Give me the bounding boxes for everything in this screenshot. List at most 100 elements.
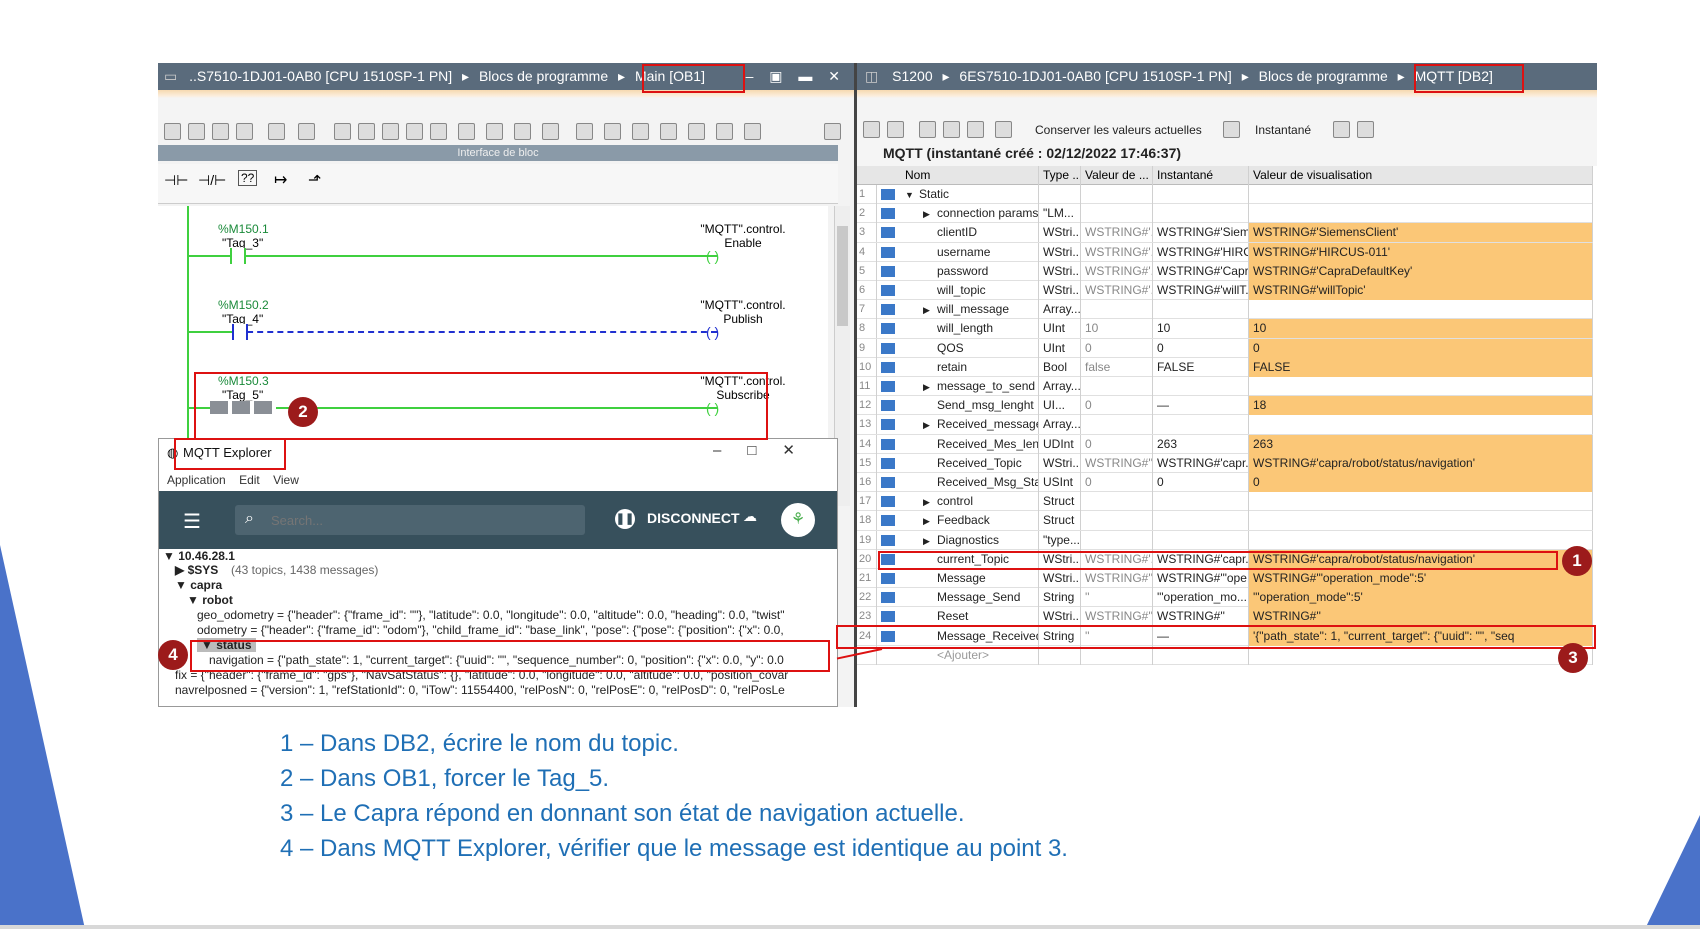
toolbar-icon[interactable] <box>334 123 351 140</box>
tree-odometry[interactable]: odometry = {"header": {"frame_id": "odom… <box>197 623 784 637</box>
scrollbar-thumb[interactable] <box>837 226 848 326</box>
nc-contact-icon[interactable]: ⊣/⊢ <box>198 172 226 189</box>
toolbar-icon[interactable] <box>486 123 503 140</box>
db2-title-3[interactable]: Blocs de programme <box>1259 68 1388 84</box>
row-start-value[interactable]: WSTRING#'... <box>1081 261 1153 281</box>
toolbar-icon[interactable] <box>660 123 677 140</box>
table-row[interactable]: 8 will_length UInt 10 10 10 <box>857 319 1593 339</box>
toolbar-icon[interactable] <box>688 123 705 140</box>
col-start-value[interactable]: Valeur de ... <box>1081 166 1153 185</box>
row-name[interactable]: Received_Msg_Status <box>901 473 1039 492</box>
window-controls-icon[interactable]: – ▣ ▬ ✕ <box>746 63 846 90</box>
branch-open-icon[interactable]: ↦ <box>274 170 287 190</box>
table-row[interactable]: 5passwordWStri...WSTRING#'...WSTRING#'Ca… <box>857 261 1593 281</box>
col-snapshot[interactable]: Instantané <box>1153 166 1249 185</box>
menu-application[interactable]: Application <box>167 473 226 487</box>
disconnect-button[interactable]: DISCONNECT <box>647 510 740 526</box>
row-start-value[interactable]: 0 <box>1081 396 1153 416</box>
table-row[interactable]: 14Received_Mes_lengthUDInt0263263 <box>857 434 1593 454</box>
no-contact-icon[interactable]: ⊣⊢ <box>164 172 188 189</box>
row-expand-icon[interactable]: ▶ <box>923 493 937 511</box>
row-start-value[interactable] <box>1081 377 1153 396</box>
toolbar-icon[interactable] <box>943 121 960 138</box>
table-row[interactable]: 18 ▶ Feedback Struct <box>857 511 1593 531</box>
row-start-value[interactable]: WSTRING#'' <box>1081 607 1153 627</box>
toolbar-icon[interactable] <box>887 121 904 138</box>
row-name[interactable]: Received_Mes_length <box>901 434 1039 454</box>
row-name[interactable]: ▶ message_to_send <box>901 377 1039 396</box>
row-start-value[interactable]: WSTRING#'... <box>1081 242 1153 262</box>
row-name[interactable]: ▶ Feedback <box>901 511 1039 531</box>
toolbar-icon[interactable] <box>576 123 593 140</box>
toolbar-icon[interactable] <box>382 123 399 140</box>
toolbar-icon[interactable] <box>188 123 205 140</box>
table-row[interactable]: 23 Reset WStri... WSTRING#'' WSTRING#'' WSTRI… <box>857 607 1593 627</box>
toolbar-icon[interactable] <box>863 121 880 138</box>
db2-title-1[interactable]: S1200 <box>892 68 932 84</box>
avatar[interactable]: ⚘ <box>781 503 815 537</box>
row-expand-icon[interactable]: ▶ <box>923 378 937 396</box>
row-name[interactable]: Message_Send <box>901 588 1039 608</box>
toolbar-icon[interactable] <box>358 123 375 140</box>
toolbar-icon[interactable] <box>164 123 181 140</box>
table-row[interactable]: 3clientIDWStri...WSTRING#'...WSTRING#'Si… <box>857 223 1593 243</box>
row-start-value[interactable]: WSTRING#'' <box>1081 453 1153 473</box>
branch-close-icon[interactable]: ⬏ <box>308 170 321 190</box>
toolbar-icon[interactable] <box>430 123 447 140</box>
row-name[interactable]: QOS <box>901 338 1039 358</box>
row-expand-icon[interactable]: ▶ <box>923 301 937 319</box>
rung1-coil[interactable]: ( ) <box>706 248 719 264</box>
row-start-value[interactable]: false <box>1081 357 1153 377</box>
row-start-value[interactable] <box>1081 511 1153 531</box>
toolbar-icon[interactable] <box>542 123 559 140</box>
toolbar-icon[interactable] <box>716 123 733 140</box>
tree-sys[interactable]: ▶ $SYS <box>175 563 218 577</box>
table-row[interactable]: 16Received_Msg_StatusUSInt000 <box>857 473 1593 493</box>
row-start-value[interactable] <box>1081 204 1153 224</box>
row-expand-icon[interactable]: ▶ <box>923 532 937 550</box>
menu-edit[interactable]: Edit <box>239 473 260 487</box>
row-start-value[interactable] <box>1081 530 1153 550</box>
toolbar-icon[interactable] <box>236 123 253 140</box>
table-row[interactable]: 6will_topicWStri...WSTRING#'...WSTRING#'… <box>857 281 1593 301</box>
row-start-value[interactable]: 10 <box>1081 319 1153 339</box>
row-start-value[interactable]: '' <box>1081 588 1153 608</box>
toolbar-icon[interactable] <box>406 123 423 140</box>
table-row[interactable]: 9 QOS UInt 0 0 0 <box>857 338 1593 358</box>
toolbar-icon[interactable] <box>514 123 531 140</box>
col-name[interactable]: Nom <box>901 166 1039 185</box>
table-row[interactable]: 12 Send_msg_lenght UI... 0—18 <box>857 396 1593 416</box>
toolbar-icon[interactable] <box>967 121 984 138</box>
row-name[interactable]: Received_Topic <box>901 453 1039 473</box>
table-row[interactable]: 7 ▶ will_message Array... <box>857 300 1593 320</box>
row-start-value[interactable] <box>1081 300 1153 320</box>
row-expand-icon[interactable]: ▶ <box>923 512 937 530</box>
row-name[interactable]: clientID <box>901 223 1039 243</box>
table-row[interactable]: 10 retain Bool false FALSE FALSE <box>857 357 1593 377</box>
row-name[interactable]: will_length <box>901 319 1039 339</box>
mqtt-window-controls-icon[interactable]: –□✕ <box>713 441 821 459</box>
toolbar-icon[interactable] <box>1223 121 1240 138</box>
row-expand-icon[interactable]: ▶ <box>923 205 937 223</box>
toolbar-icon[interactable] <box>604 123 621 140</box>
row-start-value[interactable]: 0 <box>1081 338 1153 358</box>
toolbar-icon[interactable] <box>458 123 475 140</box>
table-row[interactable]: 21 Message WStri... WSTRING#'' WSTRING#'"ope… <box>857 569 1593 589</box>
table-row[interactable]: 17 ▶ control Struct <box>857 492 1593 512</box>
col-monitor-value[interactable]: Valeur de visualisation <box>1249 166 1593 185</box>
rung2-coil[interactable]: ( ) <box>706 324 719 340</box>
row-start-value[interactable]: 0 <box>1081 434 1153 454</box>
row-start-value[interactable] <box>1081 492 1153 512</box>
table-row[interactable]: 22 Message_Send String '' '"operation_mo... '… <box>857 588 1593 608</box>
search-input[interactable] <box>271 511 571 529</box>
tree-host[interactable]: ▼ 10.46.28.1 <box>163 549 235 563</box>
rung1-contact[interactable] <box>230 248 246 264</box>
empty-box-icon[interactable]: ?? <box>238 170 258 186</box>
row-name[interactable]: ▼ Static <box>901 185 1039 204</box>
row-start-value[interactable] <box>1081 415 1153 435</box>
table-row[interactable]: 4usernameWStri...WSTRING#'...WSTRING#'HI… <box>857 242 1593 262</box>
tree-capra[interactable]: ▼ capra <box>175 578 222 592</box>
toolbar-icon[interactable] <box>744 123 761 140</box>
keep-values-button[interactable]: Conserver les valeurs actuelles <box>1035 123 1202 137</box>
row-start-value[interactable]: WSTRING#'... <box>1081 281 1153 300</box>
